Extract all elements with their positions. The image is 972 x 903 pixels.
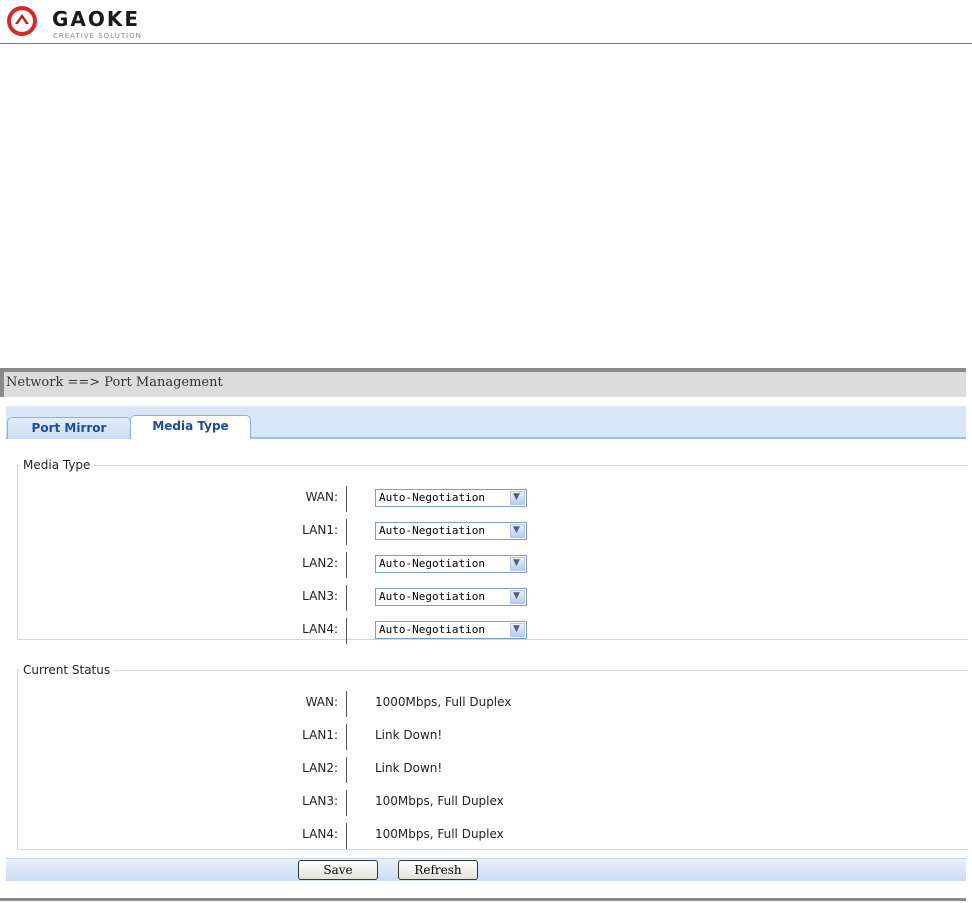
logo-text: GAOKE bbox=[52, 7, 141, 31]
chevron-down-icon: ▼ bbox=[513, 525, 520, 535]
chevron-down-icon: ▼ bbox=[513, 624, 520, 634]
breadcrumb-bar: Network ==> Port Management bbox=[0, 368, 966, 397]
media-row-lan3: LAN3: Auto-Negotiation ▼ bbox=[18, 585, 958, 611]
action-bar: Save Refresh bbox=[6, 858, 966, 881]
status-row-lan1: LAN1: Link Down! bbox=[18, 724, 958, 750]
lan1-media-select[interactable]: Auto-Negotiation ▼ bbox=[375, 522, 527, 540]
select-value: Auto-Negotiation bbox=[379, 590, 485, 603]
row-label: LAN4: bbox=[302, 622, 338, 636]
row-label: LAN3: bbox=[302, 794, 338, 808]
chevron-down-icon: ▼ bbox=[513, 558, 520, 568]
select-value: Auto-Negotiation bbox=[379, 623, 485, 636]
panel-bottom-border bbox=[0, 898, 966, 901]
gaoke-logo: GAOKE CREATIVE SOLUTION bbox=[6, 5, 176, 40]
status-row-lan4: LAN4: 100Mbps, Full Duplex bbox=[18, 823, 958, 849]
row-label: LAN2: bbox=[302, 761, 338, 775]
tab-bar: Port Mirror Media Type bbox=[6, 406, 966, 439]
row-divider bbox=[346, 618, 347, 644]
row-label: LAN4: bbox=[302, 827, 338, 841]
breadcrumb: Network ==> Port Management bbox=[6, 375, 223, 390]
status-value: Link Down! bbox=[375, 761, 443, 775]
row-divider bbox=[346, 790, 347, 816]
row-divider bbox=[346, 552, 347, 578]
status-value: 100Mbps, Full Duplex bbox=[375, 794, 504, 808]
row-divider bbox=[346, 757, 347, 783]
dropdown-button[interactable]: ▼ bbox=[510, 557, 525, 571]
row-label: WAN: bbox=[305, 490, 338, 504]
dropdown-button[interactable]: ▼ bbox=[510, 524, 525, 538]
row-label: LAN2: bbox=[302, 556, 338, 570]
row-label: LAN1: bbox=[302, 523, 338, 537]
row-divider bbox=[346, 724, 347, 750]
wan-media-select[interactable]: Auto-Negotiation ▼ bbox=[375, 489, 527, 507]
media-row-wan: WAN: Auto-Negotiation ▼ bbox=[18, 486, 958, 512]
lan3-media-select[interactable]: Auto-Negotiation ▼ bbox=[375, 588, 527, 606]
chevron-down-icon: ▼ bbox=[513, 591, 520, 601]
row-label: WAN: bbox=[305, 695, 338, 709]
current-status-group: Current Status WAN: 1000Mbps, Full Duple… bbox=[17, 663, 968, 850]
status-value: 1000Mbps, Full Duplex bbox=[375, 695, 512, 709]
select-value: Auto-Negotiation bbox=[379, 524, 485, 537]
current-status-legend: Current Status bbox=[23, 663, 111, 677]
row-divider bbox=[346, 519, 347, 545]
dropdown-button[interactable]: ▼ bbox=[510, 623, 525, 637]
tab-media-type[interactable]: Media Type bbox=[130, 415, 251, 439]
status-value: Link Down! bbox=[375, 728, 443, 742]
select-value: Auto-Negotiation bbox=[379, 557, 485, 570]
media-row-lan4: LAN4: Auto-Negotiation ▼ bbox=[18, 618, 958, 644]
status-row-lan2: LAN2: Link Down! bbox=[18, 757, 958, 783]
media-type-group: Media Type WAN: Auto-Negotiation ▼ LAN1:… bbox=[17, 458, 968, 644]
refresh-button[interactable]: Refresh bbox=[398, 860, 478, 880]
dropdown-button[interactable]: ▼ bbox=[510, 590, 525, 604]
save-button[interactable]: Save bbox=[298, 860, 378, 880]
media-row-lan2: LAN2: Auto-Negotiation ▼ bbox=[18, 552, 958, 578]
row-divider bbox=[346, 691, 347, 717]
tab-port-mirror[interactable]: Port Mirror bbox=[7, 417, 131, 439]
status-row-lan3: LAN3: 100Mbps, Full Duplex bbox=[18, 790, 958, 816]
lan4-media-select[interactable]: Auto-Negotiation ▼ bbox=[375, 621, 527, 639]
logo-mark-icon bbox=[7, 6, 37, 36]
row-label: LAN3: bbox=[302, 589, 338, 603]
media-type-legend: Media Type bbox=[23, 458, 91, 472]
lan2-media-select[interactable]: Auto-Negotiation ▼ bbox=[375, 555, 527, 573]
status-row-wan: WAN: 1000Mbps, Full Duplex bbox=[18, 691, 958, 717]
select-value: Auto-Negotiation bbox=[379, 491, 485, 504]
media-row-lan1: LAN1: Auto-Negotiation ▼ bbox=[18, 519, 958, 545]
logo-subtitle: CREATIVE SOLUTION bbox=[53, 32, 142, 40]
dropdown-button[interactable]: ▼ bbox=[510, 491, 525, 505]
row-divider bbox=[346, 585, 347, 611]
header-divider bbox=[0, 43, 972, 44]
row-divider bbox=[346, 486, 347, 512]
status-value: 100Mbps, Full Duplex bbox=[375, 827, 504, 841]
row-divider bbox=[346, 823, 347, 849]
chevron-down-icon: ▼ bbox=[513, 492, 520, 502]
port-management-panel: Network ==> Port Management Port Mirror … bbox=[0, 368, 972, 903]
row-label: LAN1: bbox=[302, 728, 338, 742]
